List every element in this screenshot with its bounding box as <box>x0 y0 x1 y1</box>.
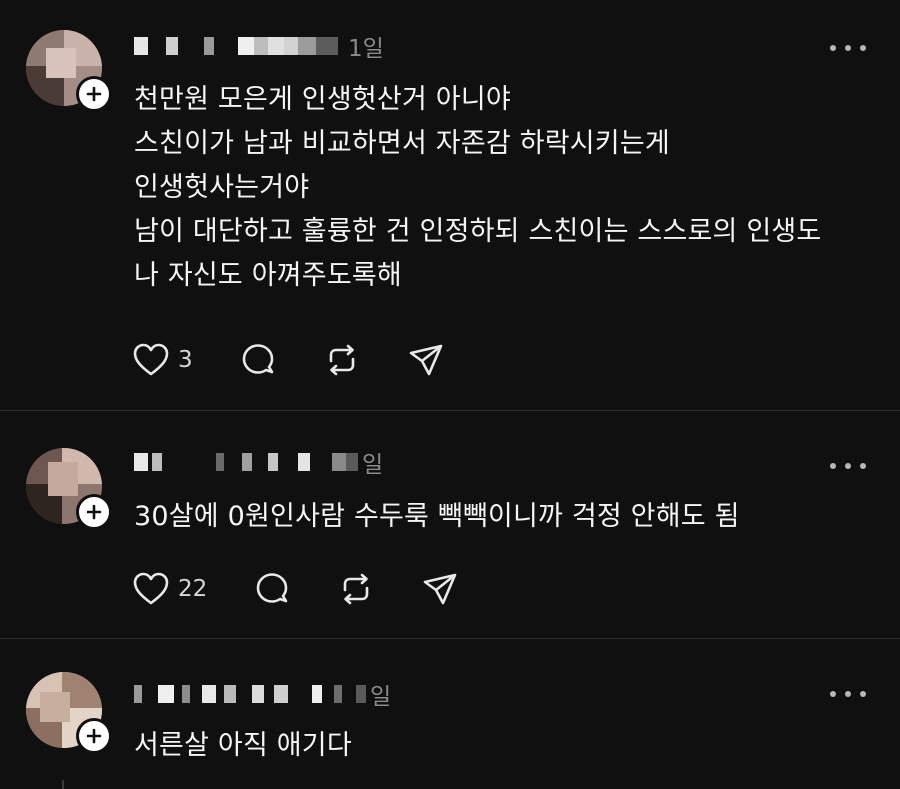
heart-icon <box>133 572 169 605</box>
post-text-line: 스친이가 남과 비교하면서 자존감 하락시키는게 <box>134 128 670 159</box>
username-row[interactable]: 일 <box>134 678 391 710</box>
post-text-line: 천만원 모은게 인생헛산거 아니야 <box>134 84 511 115</box>
post-text-line: 나 자신도 아껴주도록해 <box>134 260 402 291</box>
post: 1일 천만원 모은게 인생헛산거 아니야 스친이가 남과 비교하면서 자존감 하… <box>0 0 900 410</box>
username-row[interactable]: 1일 <box>134 30 384 62</box>
thread-line <box>62 780 64 789</box>
username-pixelated[interactable] <box>134 450 358 474</box>
comment-icon <box>256 573 288 603</box>
comment-icon <box>242 344 273 374</box>
username-pixelated[interactable] <box>134 34 344 58</box>
plus-icon <box>86 86 102 102</box>
like-button[interactable]: 22 <box>132 572 207 606</box>
comment-button[interactable] <box>239 341 277 379</box>
repost-icon <box>329 344 354 376</box>
post: 일 30살에 0원인사람 수두룩 빽빽이니까 걱정 안해도 됨 22 <box>0 410 900 638</box>
timestamp: 일 <box>370 684 392 710</box>
post-text-line: 30살에 0원인사람 수두룩 빽빽이니까 걱정 안해도 됨 <box>134 501 740 532</box>
avatar-wrapper[interactable] <box>26 448 112 530</box>
share-icon <box>409 344 442 376</box>
feed: 1일 천만원 모은게 인생헛산거 아니야 스친이가 남과 비교하면서 자존감 하… <box>0 0 900 789</box>
post-text: 천만원 모은게 인생헛산거 아니야 스친이가 남과 비교하면서 자존감 하락시키… <box>134 78 840 298</box>
heart-icon <box>133 343 169 376</box>
share-button[interactable] <box>407 341 445 379</box>
share-button[interactable] <box>421 570 459 608</box>
share-icon <box>423 573 457 605</box>
more-icon[interactable] <box>830 42 866 54</box>
action-bar: 22 <box>132 569 505 609</box>
plus-icon <box>86 728 102 744</box>
avatar-wrapper[interactable] <box>26 30 112 112</box>
post-text: 서른살 아직 애기다 <box>134 724 840 768</box>
post: 일 서른살 아직 애기다 <box>0 638 900 789</box>
repost-button[interactable] <box>337 570 375 608</box>
follow-button[interactable] <box>76 718 112 754</box>
like-count: 22 <box>178 576 208 602</box>
post-text-line: 서른살 아직 애기다 <box>134 730 352 761</box>
post-text-line: 남이 대단하고 훌륭한 건 인정하되 스친이는 스스로의 인생도 <box>134 216 822 247</box>
username-pixelated[interactable] <box>134 682 366 706</box>
post-text: 30살에 0원인사람 수두룩 빽빽이니까 걱정 안해도 됨 <box>134 495 840 539</box>
like-button[interactable]: 3 <box>132 343 193 377</box>
more-icon[interactable] <box>830 460 866 472</box>
timestamp: 1일 <box>348 36 384 62</box>
comment-button[interactable] <box>253 570 291 608</box>
like-count: 3 <box>178 347 193 373</box>
follow-button[interactable] <box>76 76 112 112</box>
action-bar: 3 <box>132 340 491 380</box>
repost-button[interactable] <box>323 341 361 379</box>
follow-button[interactable] <box>76 494 112 530</box>
post-text-line: 인생헛사는거야 <box>134 172 310 203</box>
avatar-wrapper[interactable] <box>26 672 112 754</box>
repost-icon <box>343 573 369 605</box>
timestamp: 일 <box>362 452 384 478</box>
plus-icon <box>86 504 102 520</box>
username-row[interactable]: 일 <box>134 446 383 478</box>
more-icon[interactable] <box>830 688 866 700</box>
